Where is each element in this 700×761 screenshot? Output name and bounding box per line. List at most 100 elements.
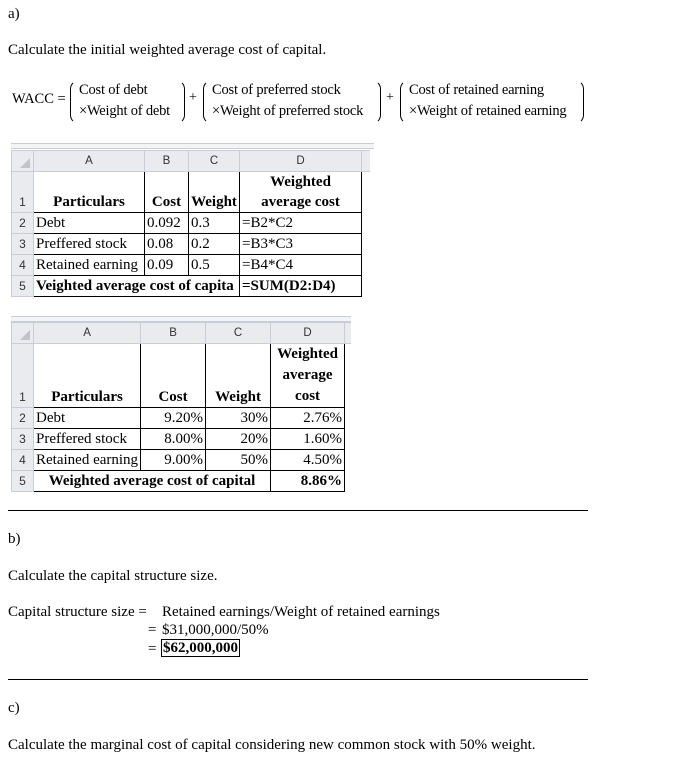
part-c-label: c) xyxy=(8,700,20,716)
row-number[interactable]: 3 xyxy=(11,428,34,450)
cell-weight-header[interactable]: Weight xyxy=(188,171,240,213)
column-header-d[interactable]: D xyxy=(239,150,362,172)
cell-wac[interactable]: 1.60% xyxy=(270,428,346,450)
formula-spreadsheet: A B C D 1 Particulars Cost Weight Weight… xyxy=(11,150,370,297)
cell-cost[interactable]: 0.092 xyxy=(144,212,189,234)
cell-particular[interactable]: Preffered stock xyxy=(32,428,142,450)
cell-weight[interactable]: 30% xyxy=(205,407,272,429)
row-number[interactable]: 2 xyxy=(11,212,34,234)
row-number[interactable]: 5 xyxy=(11,470,34,492)
cell-particular[interactable]: Debt xyxy=(33,212,145,234)
cell-particulars-header[interactable]: Particulars xyxy=(33,171,145,213)
column-header-e xyxy=(361,150,370,172)
column-header-d[interactable]: D xyxy=(270,322,346,344)
cell-wac[interactable]: 4.50% xyxy=(270,449,346,471)
cell-total-label[interactable]: Veighted average cost of capita xyxy=(33,275,240,297)
calc-equals: = xyxy=(148,641,157,657)
right-paren xyxy=(176,80,185,124)
term-line2: ×Weight of preferred stock xyxy=(212,103,364,119)
cell-wac[interactable]: 2.76% xyxy=(270,407,346,429)
plus-sign: + xyxy=(189,90,197,105)
row-number[interactable]: 1 xyxy=(11,171,34,213)
cell-particular[interactable]: Debt xyxy=(32,407,142,429)
cell-weight[interactable]: 50% xyxy=(205,449,272,471)
term-line1: Cost of debt xyxy=(79,82,148,98)
formula-lhs: WACC = xyxy=(12,91,66,107)
calc-rhs: Retained earnings/Weight of retained ear… xyxy=(162,604,440,620)
calc-result-box: $62,000,000 xyxy=(161,639,240,657)
cell-cost[interactable]: 0.08 xyxy=(144,233,189,255)
table-row: 3 Preffered stock 8.00% 20% 1.60% xyxy=(11,428,351,450)
plus-sign: + xyxy=(386,90,394,105)
column-header-a[interactable]: A xyxy=(33,150,145,172)
column-header-a[interactable]: A xyxy=(32,322,142,344)
cell-wac[interactable]: =B4*C4 xyxy=(239,254,362,276)
column-header-c[interactable]: C xyxy=(188,150,240,172)
column-header-b[interactable]: B xyxy=(144,150,189,172)
cell-cost[interactable]: 9.00% xyxy=(140,449,207,471)
calc-value: $31,000,000/50% xyxy=(162,622,269,638)
part-a-instruction: Calculate the initial weighted average c… xyxy=(8,42,327,58)
left-paren xyxy=(400,80,409,124)
row-number[interactable]: 4 xyxy=(11,449,34,471)
term-line2: ×Weight of retained earning xyxy=(409,103,567,119)
cell-cost-header[interactable]: Cost xyxy=(144,171,189,213)
column-header-c[interactable]: C xyxy=(205,322,272,344)
cell-total-value[interactable]: =SUM(D2:D4) xyxy=(239,275,362,297)
wac-header-line2: average cost xyxy=(261,194,340,210)
wac-header-line3: cost xyxy=(295,388,321,404)
calc-lhs: Capital structure size = xyxy=(8,604,147,620)
select-all-corner[interactable] xyxy=(11,150,34,172)
cell-wac-header[interactable]: Weighted average cost xyxy=(239,171,362,213)
cell-wac-header[interactable]: Weighted average cost xyxy=(270,343,346,408)
wac-header-line2: average xyxy=(282,367,333,383)
term-line1: Cost of preferred stock xyxy=(212,82,341,98)
cell-weight[interactable]: 0.3 xyxy=(188,212,240,234)
term-line1: Cost of retained earning xyxy=(409,82,544,98)
cell-weight[interactable]: 20% xyxy=(205,428,272,450)
table-row-total: 5 Veighted average cost of capita =SUM(D… xyxy=(11,275,370,297)
cell-total-value[interactable]: 8.86% xyxy=(270,470,346,492)
formula-term-preferred: Cost of preferred stock ×Weight of prefe… xyxy=(203,80,381,124)
cell-cost[interactable]: 8.00% xyxy=(140,428,207,450)
table-row: 4 Retained earning 0.09 0.5 =B4*C4 xyxy=(11,254,370,276)
value-spreadsheet: A B C D 1 Particulars Cost Weight Weight… xyxy=(11,322,351,492)
cell-particular[interactable]: Retained earning xyxy=(33,254,145,276)
row-number[interactable]: 5 xyxy=(11,275,34,297)
part-c-instruction: Calculate the marginal cost of capital c… xyxy=(8,737,536,753)
row-number[interactable]: 1 xyxy=(11,343,34,408)
cell-particular[interactable]: Preffered stock xyxy=(33,233,145,255)
cell-particulars-header[interactable]: Particulars xyxy=(32,343,142,408)
table-row-total: 5 Weighted average cost of capital 8.86% xyxy=(11,470,351,492)
section-divider xyxy=(8,510,588,511)
cell-cost-header[interactable]: Cost xyxy=(140,343,207,408)
cell-cost[interactable]: 9.20% xyxy=(140,407,207,429)
cell-particular[interactable]: Retained earning xyxy=(32,449,142,471)
table-row: 2 Debt 0.092 0.3 =B2*C2 xyxy=(11,212,370,234)
sheet-toolbar-edge xyxy=(11,143,374,149)
cell-wac[interactable]: =B2*C2 xyxy=(239,212,362,234)
cell-cost[interactable]: 0.09 xyxy=(144,254,189,276)
formula-term-debt: Cost of debt ×Weight of debt xyxy=(70,80,185,124)
cell-weight[interactable]: 0.2 xyxy=(188,233,240,255)
cell-weight[interactable]: 0.5 xyxy=(188,254,240,276)
select-all-corner[interactable] xyxy=(11,322,34,344)
cell-weight-header[interactable]: Weight xyxy=(205,343,272,408)
cell-total-label[interactable]: Weighted average cost of capital xyxy=(32,470,272,492)
wac-header-line1: Weighted xyxy=(270,174,331,190)
calc-equals: = xyxy=(148,622,157,638)
part-b-label: b) xyxy=(8,531,21,547)
capital-structure-result: $62,000,000 xyxy=(161,639,240,657)
part-a-label: a) xyxy=(8,6,20,22)
row-number[interactable]: 3 xyxy=(11,233,34,255)
part-b-instruction: Calculate the capital structure size. xyxy=(8,568,218,584)
row-number[interactable]: 2 xyxy=(11,407,34,429)
cell-wac[interactable]: =B3*C3 xyxy=(239,233,362,255)
table-row: 4 Retained earning 9.00% 50% 4.50% xyxy=(11,449,351,471)
formula-term-retained: Cost of retained earning ×Weight of reta… xyxy=(400,80,584,124)
row-number[interactable]: 4 xyxy=(11,254,34,276)
table-row: 2 Debt 9.20% 30% 2.76% xyxy=(11,407,351,429)
table-row: 3 Preffered stock 0.08 0.2 =B3*C3 xyxy=(11,233,370,255)
column-header-b[interactable]: B xyxy=(140,322,207,344)
right-paren xyxy=(575,80,584,124)
